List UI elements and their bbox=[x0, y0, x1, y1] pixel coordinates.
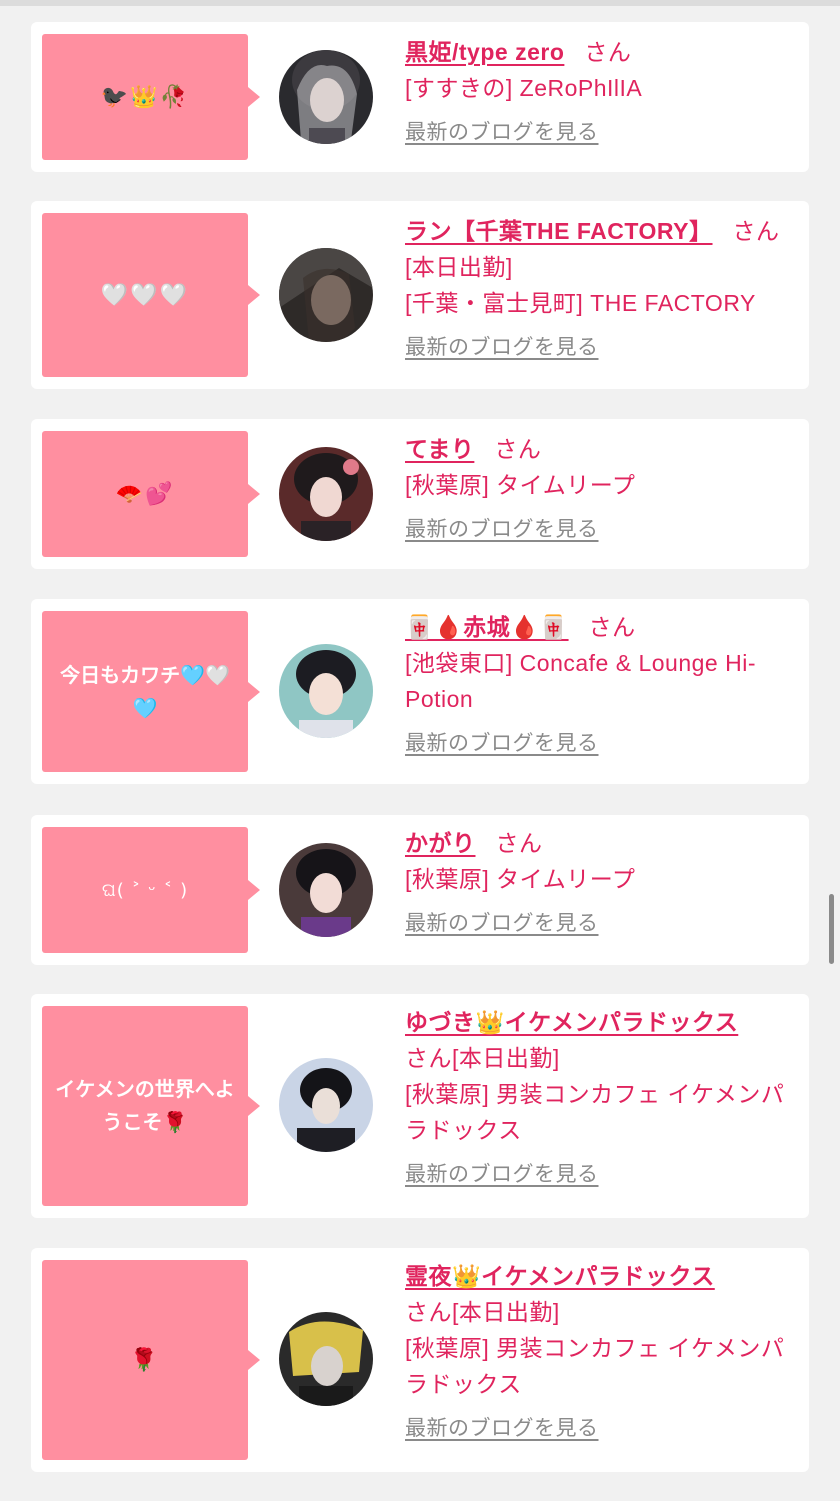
latest-blog-link[interactable]: 最新のブログを見る bbox=[405, 909, 805, 939]
cast-name-link[interactable]: てまり bbox=[405, 436, 474, 462]
avatar[interactable] bbox=[279, 1312, 373, 1406]
avatar[interactable] bbox=[279, 50, 373, 144]
avatar[interactable] bbox=[279, 248, 373, 342]
comment-bubble: ଘ( ˃ ᵕ ˂ ) bbox=[42, 827, 260, 953]
comment-text: イケメンの世界へようこそ🌹 bbox=[55, 1077, 235, 1134]
latest-blog-link[interactable]: 最新のブログを見る bbox=[405, 333, 805, 363]
cast-card: 🌹 霊夜👑イケメンパラドックス さん[本日出勤] [秋葉原] 男装コンカフェ イ… bbox=[31, 1248, 809, 1472]
status-info: [本日出勤] bbox=[405, 254, 513, 280]
avatar[interactable] bbox=[279, 644, 373, 738]
top-divider bbox=[0, 0, 840, 6]
cast-card: イケメンの世界へようこそ🌹 ゆづき👑イケメンパラドックス さん[本日出勤] [秋… bbox=[31, 994, 809, 1218]
comment-text: 🐦‍⬛👑🥀 bbox=[100, 84, 190, 110]
shop-info: [秋葉原] タイムリープ bbox=[405, 866, 636, 892]
shop-info: [池袋東口] Concafe & Lounge Hi-Potion bbox=[405, 650, 756, 712]
comment-text: 🪭💕 bbox=[115, 481, 175, 507]
comment-text: 🌹 bbox=[130, 1347, 160, 1373]
shop-info: [秋葉原] タイムリープ bbox=[405, 472, 636, 498]
name-row: かがり さん bbox=[405, 825, 805, 861]
avatar[interactable] bbox=[279, 1058, 373, 1152]
name-row: てまり さん bbox=[405, 431, 805, 467]
cast-name-link[interactable]: 霊夜👑イケメンパラドックス bbox=[405, 1263, 715, 1289]
status-info: さん[本日出勤] bbox=[405, 1299, 560, 1325]
cast-name-link[interactable]: かがり bbox=[405, 830, 476, 856]
cast-info: ゆづき👑イケメンパラドックス さん[本日出勤] [秋葉原] 男装コンカフェ イケ… bbox=[405, 1004, 805, 1190]
cast-name-link[interactable]: 黒姫/type zero bbox=[405, 39, 564, 65]
cast-info: 霊夜👑イケメンパラドックス さん[本日出勤] [秋葉原] 男装コンカフェ イケメ… bbox=[405, 1258, 805, 1444]
comment-text: ଘ( ˃ ᵕ ˂ ) bbox=[101, 879, 189, 901]
name-row: 霊夜👑イケメンパラドックス bbox=[405, 1258, 805, 1294]
cast-name-link[interactable]: 🀄🩸赤城🩸🀄 bbox=[405, 614, 569, 640]
comment-bubble: 今日もカワチ🩵🤍🩵 bbox=[42, 611, 260, 772]
comment-bubble: 🪭💕 bbox=[42, 431, 260, 557]
honorific: さん bbox=[494, 436, 542, 462]
comment-text: 今日もカワチ🩵🤍🩵 bbox=[60, 662, 230, 720]
scrollbar-thumb[interactable] bbox=[829, 894, 834, 964]
avatar[interactable] bbox=[279, 843, 373, 937]
shop-info: [すすきの] ZeRoPhIlIA bbox=[405, 75, 643, 101]
cast-card: ଘ( ˃ ᵕ ˂ ) かがり さん [秋葉原] タイムリープ 最新のブログを見る bbox=[31, 815, 809, 965]
honorific: さん bbox=[588, 614, 636, 640]
comment-bubble: イケメンの世界へようこそ🌹 bbox=[42, 1006, 260, 1206]
cast-name-link[interactable]: ゆづき👑イケメンパラドックス bbox=[405, 1009, 738, 1035]
cast-info: てまり さん [秋葉原] タイムリープ 最新のブログを見る bbox=[405, 431, 805, 545]
comment-bubble: 🐦‍⬛👑🥀 bbox=[42, 34, 260, 160]
cast-card: 🐦‍⬛👑🥀 黒姫/type zero さん [すすきの] ZeRoPhIlIA 最… bbox=[31, 22, 809, 172]
latest-blog-link[interactable]: 最新のブログを見る bbox=[405, 729, 805, 759]
name-row: ゆづき👑イケメンパラドックス bbox=[405, 1004, 805, 1040]
honorific: さん bbox=[732, 218, 780, 244]
name-row: ラン【千葉THE FACTORY】 さん bbox=[405, 213, 805, 249]
avatar[interactable] bbox=[279, 447, 373, 541]
cast-card: 🤍🤍🤍 ラン【千葉THE FACTORY】 さん [本日出勤] [千葉・富士見町]… bbox=[31, 201, 809, 389]
comment-bubble: 🤍🤍🤍 bbox=[42, 213, 260, 377]
cast-info: ラン【千葉THE FACTORY】 さん [本日出勤] [千葉・富士見町] THE… bbox=[405, 213, 805, 363]
honorific: さん bbox=[495, 830, 543, 856]
cast-card: 🪭💕 てまり さん [秋葉原] タイムリープ 最新のブログを見る bbox=[31, 419, 809, 569]
cast-info: 🀄🩸赤城🩸🀄 さん [池袋東口] Concafe & Lounge Hi-Poti… bbox=[405, 609, 805, 759]
shop-info: [秋葉原] 男装コンカフェ イケメンパラドックス bbox=[405, 1081, 785, 1143]
shop-info: [千葉・富士見町] THE FACTORY bbox=[405, 290, 756, 316]
latest-blog-link[interactable]: 最新のブログを見る bbox=[405, 1160, 805, 1190]
comment-text: 🤍🤍🤍 bbox=[100, 282, 190, 308]
name-row: 黒姫/type zero さん bbox=[405, 34, 805, 70]
status-info: さん[本日出勤] bbox=[405, 1045, 560, 1071]
cast-info: 黒姫/type zero さん [すすきの] ZeRoPhIlIA 最新のブログを… bbox=[405, 34, 805, 148]
name-row: 🀄🩸赤城🩸🀄 さん bbox=[405, 609, 805, 645]
cast-card: 今日もカワチ🩵🤍🩵 🀄🩸赤城🩸🀄 さん [池袋東口] Concafe & Loun… bbox=[31, 599, 809, 784]
cast-name-link[interactable]: ラン【千葉THE FACTORY】 bbox=[405, 218, 713, 244]
shop-info: [秋葉原] 男装コンカフェ イケメンパラドックス bbox=[405, 1335, 785, 1397]
honorific: さん bbox=[584, 39, 632, 65]
comment-bubble: 🌹 bbox=[42, 1260, 260, 1460]
latest-blog-link[interactable]: 最新のブログを見る bbox=[405, 118, 805, 148]
cast-info: かがり さん [秋葉原] タイムリープ 最新のブログを見る bbox=[405, 825, 805, 939]
latest-blog-link[interactable]: 最新のブログを見る bbox=[405, 1414, 805, 1444]
latest-blog-link[interactable]: 最新のブログを見る bbox=[405, 515, 805, 545]
